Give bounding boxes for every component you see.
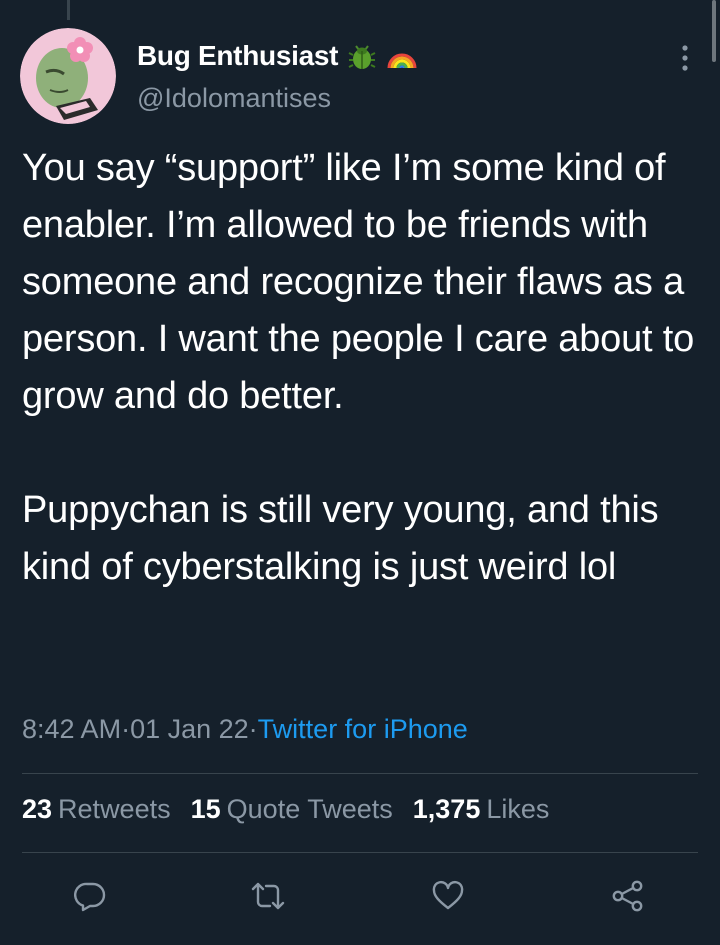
thread-connector-line <box>67 0 70 20</box>
retweets-label: Retweets <box>58 794 171 824</box>
likes-count: 1,375 <box>412 794 481 824</box>
scrollbar[interactable] <box>712 0 716 62</box>
reply-icon <box>74 882 106 912</box>
likes-stat[interactable]: 1,375 Likes <box>413 794 550 825</box>
share-button[interactable] <box>604 872 652 920</box>
meta-separator: · <box>248 714 258 744</box>
vertical-ellipsis-icon <box>682 45 688 71</box>
user-handle[interactable]: @Idolomantises <box>137 83 331 114</box>
tweet-source-link[interactable]: Twitter for iPhone <box>258 714 468 745</box>
author-name-row[interactable]: Bug Enthusiast <box>137 38 418 74</box>
tweet-metadata: 8:42 AM · 01 Jan 22 · Twitter for iPhone <box>22 714 468 745</box>
more-options-button[interactable] <box>670 40 700 76</box>
tweet-date[interactable]: 01 Jan 22 <box>130 714 249 745</box>
share-icon <box>612 880 643 912</box>
beetle-icon <box>346 40 378 72</box>
mantis-avatar-icon <box>20 28 116 124</box>
quote-tweets-label: Quote Tweets <box>226 794 393 824</box>
tweet-time[interactable]: 8:42 AM <box>22 714 121 745</box>
tweet-text: You say “support” like I’m some kind of … <box>22 147 695 588</box>
retweet-button[interactable] <box>244 872 292 920</box>
divider <box>22 773 698 774</box>
retweet-icon <box>251 882 285 910</box>
like-button[interactable] <box>424 872 472 920</box>
retweets-count: 23 <box>22 794 53 824</box>
reply-button[interactable] <box>66 872 114 920</box>
meta-separator: · <box>121 714 131 744</box>
rainbow-icon <box>386 40 418 72</box>
tweet-action-bar <box>0 872 720 920</box>
display-name[interactable]: Bug Enthusiast <box>137 40 338 72</box>
avatar[interactable] <box>20 28 116 124</box>
heart-icon <box>432 880 464 910</box>
likes-label: Likes <box>486 794 550 824</box>
quote-tweets-stat[interactable]: 15 Quote Tweets <box>191 794 393 825</box>
retweets-stat[interactable]: 23 Retweets <box>22 794 171 825</box>
divider <box>22 852 698 853</box>
quote-tweets-count: 15 <box>190 794 221 824</box>
engagement-stats: 23 Retweets 15 Quote Tweets 1,375 Likes <box>22 794 549 825</box>
